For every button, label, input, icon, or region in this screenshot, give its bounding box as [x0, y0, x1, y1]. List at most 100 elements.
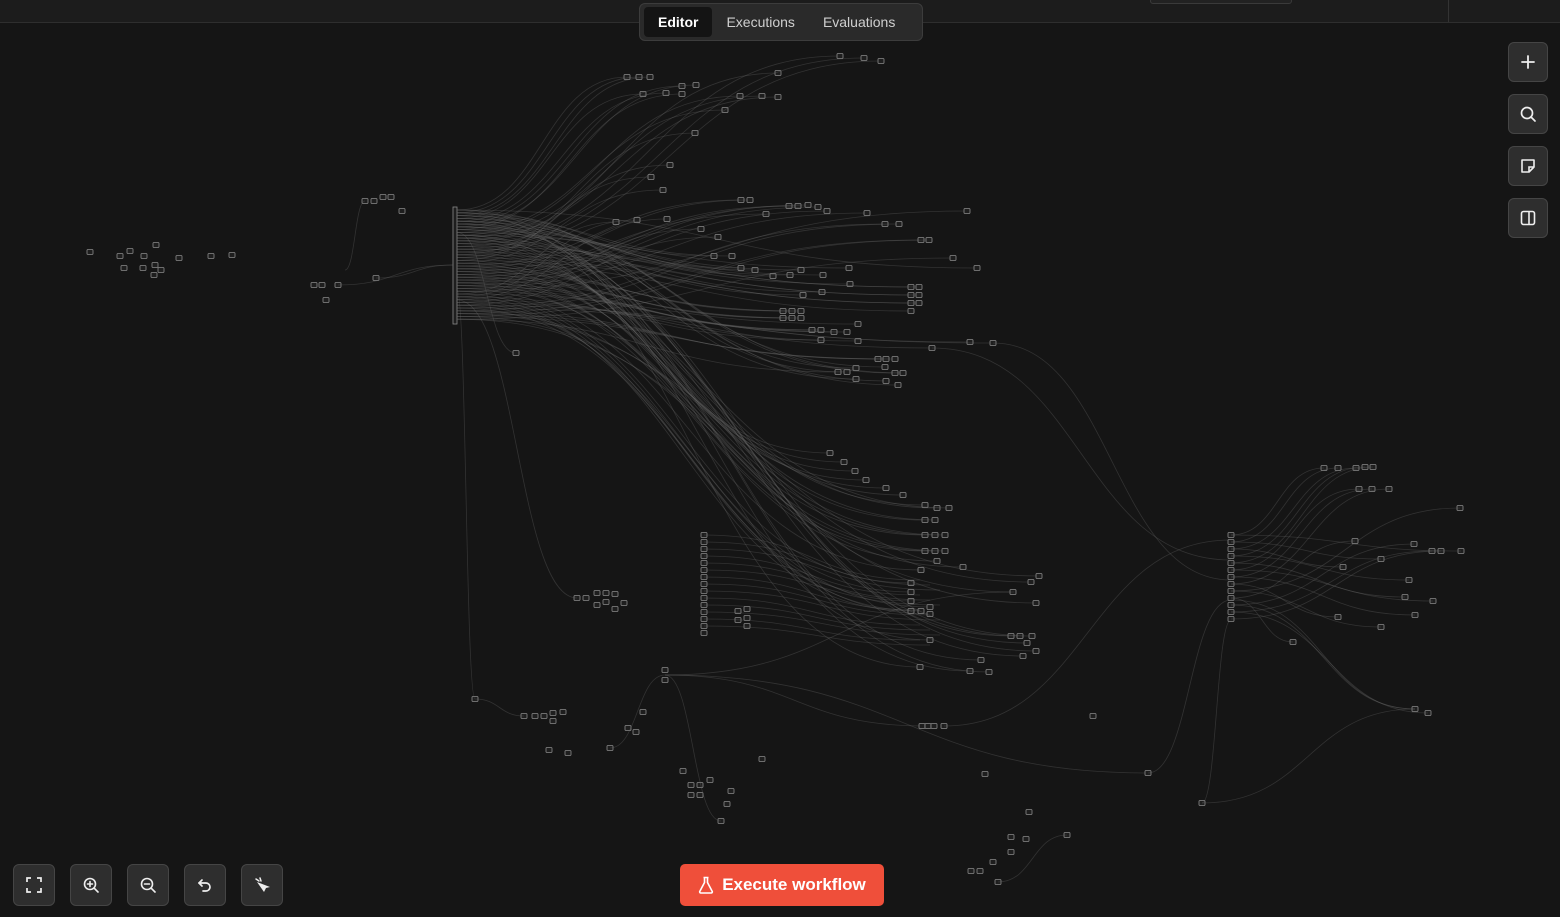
workflow-node[interactable] [666, 162, 674, 168]
workflow-node[interactable] [593, 602, 601, 608]
workflow-node[interactable] [207, 253, 215, 259]
workflow-node[interactable] [692, 82, 700, 88]
workflow-node[interactable] [774, 94, 782, 100]
workflow-node[interactable] [881, 364, 889, 370]
workflow-node[interactable] [799, 292, 807, 298]
undo-button[interactable] [184, 864, 226, 906]
fit-view-button[interactable] [13, 864, 55, 906]
workflow-node[interactable] [545, 747, 553, 753]
workflow-node[interactable] [797, 315, 805, 321]
workflow-node[interactable] [817, 337, 825, 343]
workflow-node[interactable] [863, 210, 871, 216]
workflow-node[interactable] [899, 370, 907, 376]
workflow-node[interactable] [679, 768, 687, 774]
workflow-node[interactable] [840, 459, 848, 465]
workflow-node[interactable] [989, 859, 997, 865]
workflow-node[interactable] [786, 272, 794, 278]
workflow-node[interactable] [661, 667, 669, 673]
workflow-node[interactable] [852, 376, 860, 382]
workflow-node[interactable] [985, 669, 993, 675]
workflow-node[interactable] [322, 297, 330, 303]
workflow-node[interactable] [845, 265, 853, 271]
workflow-node[interactable] [687, 782, 695, 788]
workflow-node[interactable] [949, 255, 957, 261]
workflow-node[interactable] [976, 868, 984, 874]
workflow-node[interactable] [620, 600, 628, 606]
workflow-node[interactable] [1007, 834, 1015, 840]
workflow-node[interactable] [452, 206, 458, 325]
workflow-node[interactable] [966, 339, 974, 345]
workflow-node[interactable] [877, 58, 885, 64]
add-sticky-button[interactable] [1508, 146, 1548, 186]
workflow-node[interactable] [746, 197, 754, 203]
workflow-node[interactable] [687, 792, 695, 798]
workflow-node[interactable] [398, 208, 406, 214]
workflow-node[interactable] [882, 485, 890, 491]
workflow-node[interactable] [387, 194, 395, 200]
workflow-node[interactable] [691, 130, 699, 136]
add-node-button[interactable] [1508, 42, 1548, 82]
workflow-node[interactable] [915, 284, 923, 290]
workflow-node[interactable] [891, 356, 899, 362]
workflow-node[interactable] [728, 253, 736, 259]
workflow-node[interactable] [736, 93, 744, 99]
workflow-node[interactable] [924, 723, 932, 729]
workflow-node[interactable] [228, 252, 236, 258]
workflow-node[interactable] [1032, 600, 1040, 606]
search-button[interactable] [1508, 94, 1548, 134]
workflow-node[interactable] [1027, 579, 1035, 585]
workflow-node[interactable] [564, 750, 572, 756]
workflow-node[interactable] [582, 595, 590, 601]
workflow-node[interactable] [963, 208, 971, 214]
workflow-node[interactable] [602, 590, 610, 596]
workflow-node[interactable] [310, 282, 318, 288]
workflow-node[interactable] [700, 630, 708, 636]
workflow-node[interactable] [727, 788, 735, 794]
workflow-node[interactable] [635, 74, 643, 80]
workflow-node[interactable] [1028, 633, 1036, 639]
workflow-node[interactable] [632, 729, 640, 735]
workflow-node[interactable] [512, 350, 520, 356]
workflow-node[interactable] [826, 450, 834, 456]
workflow-node[interactable] [930, 723, 938, 729]
workflow-node[interactable] [907, 308, 915, 314]
workflow-node[interactable] [611, 606, 619, 612]
workflow-node[interactable] [611, 591, 619, 597]
workflow-node[interactable] [678, 91, 686, 97]
workflow-node[interactable] [120, 265, 128, 271]
workflow-node[interactable] [157, 267, 165, 273]
toggle-panel-button[interactable] [1508, 198, 1548, 238]
workflow-node[interactable] [819, 272, 827, 278]
workflow-node[interactable] [647, 174, 655, 180]
clean-up-button[interactable] [241, 864, 283, 906]
workflow-node[interactable] [743, 623, 751, 629]
workflow-node[interactable] [1089, 713, 1097, 719]
workflow-node[interactable] [1007, 849, 1015, 855]
zoom-in-button[interactable] [70, 864, 112, 906]
workflow-node[interactable] [723, 801, 731, 807]
workflow-node[interactable] [917, 567, 925, 573]
workflow-node[interactable] [86, 249, 94, 255]
workflow-node[interactable] [823, 208, 831, 214]
workflow-node[interactable] [894, 382, 902, 388]
workflow-node[interactable] [379, 194, 387, 200]
workflow-node[interactable] [941, 548, 949, 554]
workflow-node[interactable] [318, 282, 326, 288]
workflow-node[interactable] [854, 321, 862, 327]
workflow-node[interactable] [973, 265, 981, 271]
workflow-node[interactable] [139, 265, 147, 271]
workflow-node[interactable] [836, 53, 844, 59]
workflow-node[interactable] [1022, 836, 1030, 842]
workflow-node[interactable] [797, 308, 805, 314]
workflow-node[interactable] [918, 723, 926, 729]
workflow-node[interactable] [895, 221, 903, 227]
workflow-node[interactable] [945, 505, 953, 511]
workflow-node[interactable] [126, 248, 134, 254]
workflow-node[interactable] [915, 292, 923, 298]
workflow-node[interactable] [882, 378, 890, 384]
workflow-node[interactable] [706, 777, 714, 783]
zoom-out-button[interactable] [127, 864, 169, 906]
workflow-node[interactable] [540, 713, 548, 719]
workflow-node[interactable] [370, 198, 378, 204]
workflow-node[interactable] [697, 226, 705, 232]
